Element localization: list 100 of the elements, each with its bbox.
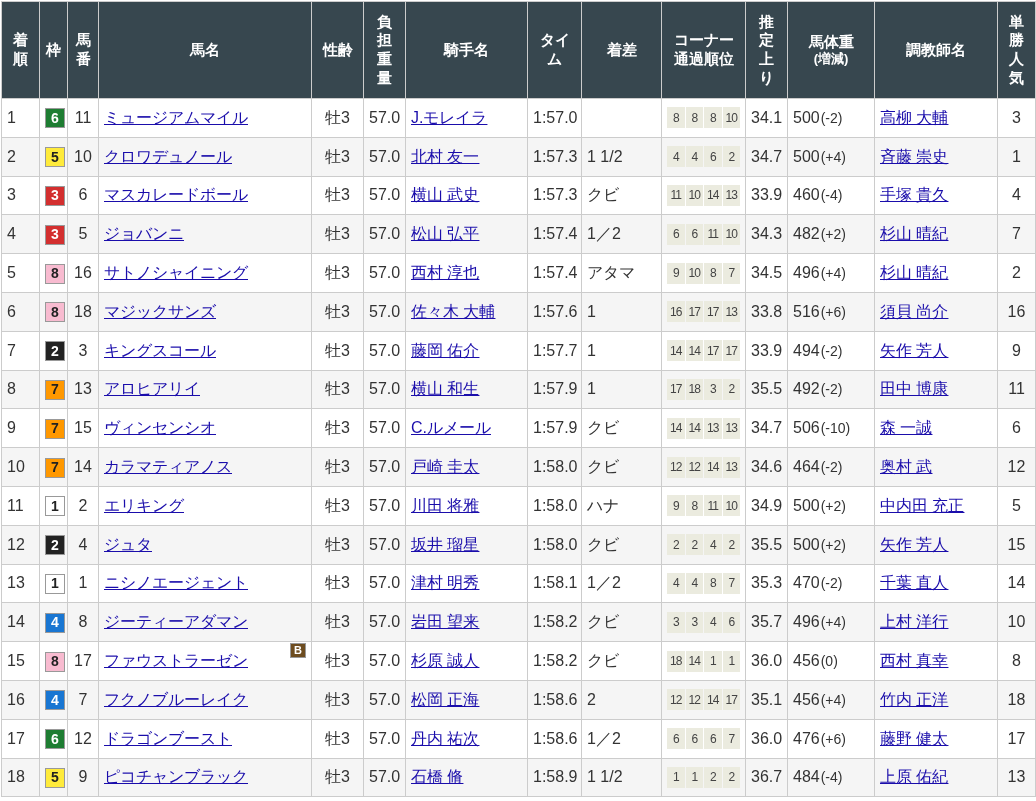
rank-cell: 9	[1, 408, 40, 448]
weight-change-text: (-2)	[820, 341, 843, 361]
time-cell: 1:58.0	[527, 525, 582, 565]
corner-position: 7	[722, 262, 740, 284]
popularity-cell: 3	[997, 98, 1036, 138]
time-cell: 1:58.2	[527, 641, 582, 681]
frame-badge: 6	[45, 108, 65, 129]
time-cell: 1:57.9	[527, 370, 582, 409]
margin-text: 1 1/2	[587, 147, 623, 165]
weight-cell: 57.0	[363, 758, 406, 797]
weight-cell: 57.0	[363, 486, 406, 526]
number-cell: 1	[67, 564, 99, 603]
corner-position: 6	[667, 728, 685, 750]
number-cell: 18	[67, 292, 99, 332]
popularity-cell: 10	[997, 602, 1036, 642]
margin-text: クビ	[587, 613, 619, 631]
rank-cell: 7	[1, 331, 40, 371]
frame-badge: 7	[45, 379, 65, 400]
popularity-cell: 9	[997, 331, 1036, 371]
number-cell: 14	[67, 447, 99, 487]
rank-cell: 5	[1, 253, 40, 293]
body-weight-text: 476	[793, 728, 820, 749]
number-cell: 11	[67, 98, 99, 138]
last-3f-cell: 36.7	[745, 758, 788, 797]
corner-position: 3	[704, 378, 722, 400]
corner-position: 14	[667, 340, 685, 362]
weight-change-text: (+4)	[820, 613, 846, 633]
weight-change-text: (+2)	[820, 535, 846, 555]
time-cell: 1:57.3	[527, 176, 582, 215]
corner-position: 12	[685, 689, 703, 711]
corner-position: 4	[685, 572, 703, 594]
time-cell: 1:58.6	[527, 680, 582, 720]
column-header: コーナー 通過順位	[661, 1, 746, 99]
column-header: 騎手名	[405, 1, 528, 99]
margin-text: 1 1/2	[587, 768, 623, 786]
rank-cell: 6	[1, 292, 40, 332]
corner-position: 8	[685, 495, 703, 517]
frame-badge: 3	[45, 224, 65, 245]
body-weight-text: 464	[793, 457, 820, 478]
frame-badge: 4	[45, 690, 65, 711]
horse-name-link[interactable]: ジュタ	[104, 532, 152, 557]
weight-cell: 57.0	[363, 447, 406, 487]
last-3f-cell: 34.7	[745, 137, 788, 177]
weight-cell: 57.0	[363, 253, 406, 293]
frame-badge: 3	[45, 186, 65, 206]
sex-age-cell: 牡3	[311, 564, 364, 603]
corner-position: 14	[685, 417, 703, 439]
number-cell: 5	[67, 214, 99, 254]
corner-position: 14	[685, 340, 703, 362]
corner-position: 10	[722, 495, 740, 517]
body-weight-text: 482	[793, 224, 820, 245]
time-cell: 1:58.2	[527, 602, 582, 642]
corner-position: 9	[667, 495, 685, 517]
time-cell: 1:57.4	[527, 214, 582, 254]
corner-position: 13	[722, 301, 740, 323]
popularity-cell: 16	[997, 292, 1036, 332]
column-header: 馬体重 (増減)	[787, 1, 875, 99]
time-cell: 1:58.9	[527, 758, 582, 797]
margin-text: クビ	[587, 186, 619, 204]
number-cell: 15	[67, 408, 99, 448]
weight-change-text: (+4)	[820, 147, 846, 167]
corner-position: 6	[722, 611, 740, 633]
corner-position: 17	[685, 301, 703, 323]
frame-badge: 7	[45, 418, 65, 439]
weight-cell: 57.0	[363, 214, 406, 254]
column-header: 単勝人気	[997, 1, 1036, 99]
margin-text: 1／2	[587, 225, 621, 243]
rank-cell: 11	[1, 486, 40, 526]
last-3f-cell: 35.7	[745, 602, 788, 642]
body-weight-text: 456	[793, 689, 820, 710]
margin-text: ハナ	[587, 496, 619, 514]
frame-badge: 5	[45, 767, 65, 788]
time-cell: 1:58.1	[527, 564, 582, 603]
rank-cell: 18	[1, 758, 40, 797]
frame-badge: 7	[45, 457, 65, 478]
body-weight-text: 484	[793, 767, 820, 788]
corner-position: 12	[685, 456, 703, 478]
sex-age-cell: 牡3	[311, 602, 364, 642]
frame-badge: 1	[45, 496, 65, 517]
time-cell: 1:57.0	[527, 98, 582, 138]
frame-badge: 8	[45, 302, 65, 323]
last-3f-cell: 34.1	[745, 98, 788, 138]
corner-position: 1	[722, 650, 740, 672]
corner-position: 4	[704, 611, 722, 633]
corner-position: 3	[667, 611, 685, 633]
time-cell: 1:57.3	[527, 137, 582, 177]
column-header: 調教師名	[874, 1, 998, 99]
last-3f-cell: 35.5	[745, 370, 788, 409]
corner-position: 6	[685, 223, 703, 245]
margin-text: 1	[587, 302, 596, 320]
weight-cell: 57.0	[363, 525, 406, 565]
corner-position: 8	[685, 107, 703, 129]
frame-badge: 1	[45, 573, 65, 594]
last-3f-cell: 33.8	[745, 292, 788, 332]
weight-change-text: (-2)	[820, 380, 843, 400]
number-cell: 3	[67, 331, 99, 371]
weight-change-text: (+2)	[820, 225, 846, 245]
corner-position: 11	[704, 495, 722, 517]
corner-position: 14	[704, 185, 722, 206]
sex-age-cell: 牡3	[311, 447, 364, 487]
